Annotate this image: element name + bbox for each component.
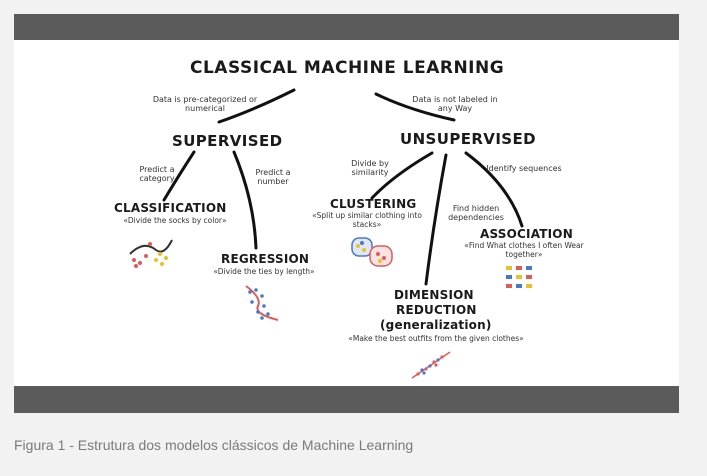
diagram-canvas: CLASSICAL MACHINE LEARNING Data is pre-c… <box>14 40 679 386</box>
dimension-label-line3: (generalization) <box>380 318 492 332</box>
line-to-regression <box>232 150 258 250</box>
find-hidden-dependencies-note: Find hidden dependencies <box>448 204 504 222</box>
predict-number-note: Predict a number <box>255 168 291 186</box>
supervised-condition-note: Data is pre-categorized or numerical <box>152 95 258 113</box>
figure-caption: Figura 1 - Estrutura dos modelos clássic… <box>14 437 414 453</box>
dimension-example: «Make the best outfits from the given cl… <box>348 334 524 343</box>
clustering-example: «Split up similar clothing into stacks» <box>312 211 422 229</box>
dimension-label-line2: REDUCTION <box>396 303 477 317</box>
classification-illustration <box>129 239 173 268</box>
clustering-label: CLUSTERING <box>330 197 417 211</box>
unsupervised-label: UNSUPERVISED <box>400 130 536 148</box>
classification-label: CLASSIFICATION <box>114 201 227 215</box>
classification-example: «Divide the socks by color» <box>123 216 227 225</box>
clustering-illustration <box>351 237 393 267</box>
identify-sequences-note: Identify sequences <box>486 164 562 173</box>
unsupervised-condition-note: Data is not labeled in any Way <box>412 95 498 113</box>
divide-similarity-note: Divide by similarity <box>351 159 389 177</box>
regression-example: «Divide the ties by length» <box>213 267 315 276</box>
association-label: ASSOCIATION <box>480 227 573 241</box>
regression-illustration <box>245 285 279 321</box>
dimension-label-line1: DIMENSION <box>394 288 474 302</box>
association-illustration <box>506 266 532 288</box>
line-to-dimension <box>424 153 448 286</box>
dimension-reduction-illustration <box>411 351 451 379</box>
diagram-title: CLASSICAL MACHINE LEARNING <box>190 58 505 78</box>
regression-label: REGRESSION <box>221 252 310 266</box>
association-example: «Find What clothes I often Wear together… <box>464 241 584 259</box>
supervised-label: SUPERVISED <box>172 132 283 150</box>
predict-category-note: Predict a category <box>139 165 175 183</box>
